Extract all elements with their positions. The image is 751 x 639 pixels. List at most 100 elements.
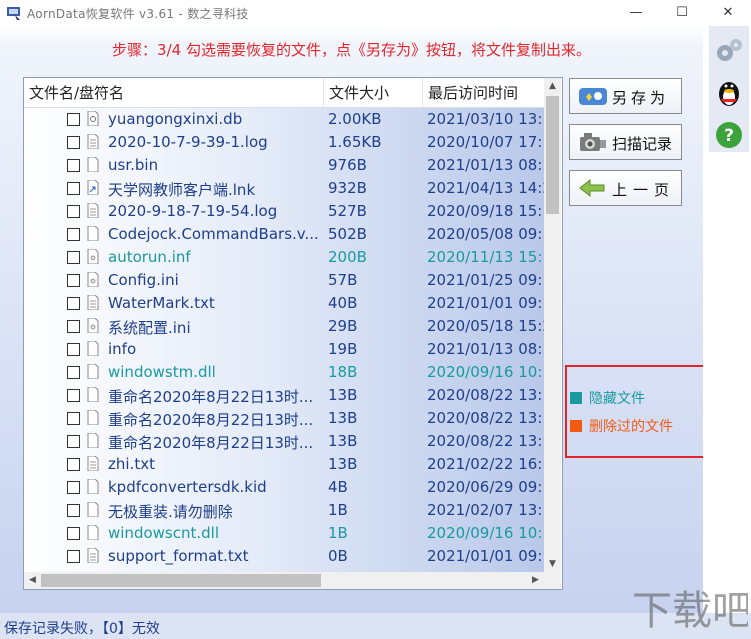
file-row[interactable]: 无极重装.请勿删除 1B 2021/02/07 13: [24, 499, 544, 522]
file-date: 2021/01/01 09: [427, 294, 543, 312]
file-name: 重命名2020年8月22日13时... [108, 434, 314, 452]
file-row[interactable]: yuangongxinxi.db 2.00KB 2021/03/10 13: [24, 108, 544, 131]
scroll-left-icon[interactable]: ◀ [24, 572, 41, 589]
scroll-up-icon[interactable]: ▲ [544, 78, 561, 94]
file-name: Codejock.CommandBars.v... [108, 225, 319, 243]
horizontal-scrollbar[interactable]: ◀ ▶ [24, 572, 544, 589]
file-row[interactable]: support_format.txt 0B 2021/01/01 09: [24, 545, 544, 568]
save-as-label: 另存为 [612, 89, 670, 107]
horizontal-scroll-thumb[interactable] [41, 574, 321, 587]
file-date: 2021/04/13 14:2 [427, 179, 544, 197]
file-checkbox[interactable] [67, 366, 80, 379]
file-date: 2020/09/16 10: [427, 363, 543, 381]
file-row[interactable]: usr.bin 976B 2021/01/13 08: [24, 154, 544, 177]
list-header: 文件名/盘符名 文件大小 ⌄ 最后访问时间 [24, 78, 544, 108]
file-checkbox[interactable] [67, 412, 80, 425]
file-row[interactable]: 2020-10-7-9-39-1.log 1.65KB 2020/10/07 17: [24, 131, 544, 154]
help-icon[interactable]: ? [713, 119, 745, 151]
file-size: 0B [328, 547, 348, 565]
file-size: 976B [328, 156, 367, 174]
file-checkbox[interactable] [67, 504, 80, 517]
file-checkbox[interactable] [67, 182, 80, 195]
right-sidebar: ? [703, 26, 751, 613]
file-rows: yuangongxinxi.db 2.00KB 2021/03/10 13: 2020… [24, 108, 544, 572]
file-date: 2020/05/18 15:2 [427, 317, 544, 335]
file-checkbox[interactable] [67, 481, 80, 494]
vertical-scroll-thumb[interactable] [546, 96, 559, 214]
file-row[interactable]: 重命名2020年8月22日13时... 13B 2020/08/22 13: [24, 407, 544, 430]
column-header-date[interactable]: 最后访问时间 [423, 78, 544, 107]
text-file-icon [87, 295, 99, 310]
file-checkbox[interactable] [67, 228, 80, 241]
file-size: 18B [328, 363, 358, 381]
file-checkbox[interactable] [67, 320, 80, 333]
file-date: 2020/08/22 13: [427, 386, 543, 404]
scroll-down-icon[interactable]: ▼ [544, 556, 561, 572]
sort-descending-icon: ⌄ [368, 78, 376, 81]
file-checkbox[interactable] [67, 274, 80, 287]
file-size: 13B [328, 409, 358, 427]
hidden-file-label: 隐藏文件 [589, 391, 645, 407]
file-name: 2020-9-18-7-19-54.log [108, 202, 278, 220]
file-size: 932B [328, 179, 367, 197]
file-size: 527B [328, 202, 367, 220]
maximize-button[interactable]: ☐ [659, 0, 705, 26]
file-checkbox[interactable] [67, 159, 80, 172]
file-row[interactable]: info 19B 2021/01/13 08: [24, 338, 544, 361]
file-row[interactable]: 重命名2020年8月22日13时... 13B 2020/08/22 13: [24, 384, 544, 407]
file-name: windowstm.dll [108, 363, 216, 381]
file-date: 2020/08/22 13: [427, 432, 543, 450]
file-size: 57B [328, 271, 358, 289]
file-row[interactable]: 2020-9-18-7-19-54.log 527B 2020/09/18 15: [24, 200, 544, 223]
file-name: 天学网教师客户端.lnk [108, 181, 256, 199]
blank-file-icon [87, 433, 99, 448]
file-date: 2021/01/13 08: [427, 156, 543, 174]
previous-page-button[interactable]: 上一页 [569, 170, 682, 206]
file-row[interactable]: 重命名2020年8月22日13时... 13B 2020/08/22 13: [24, 430, 544, 453]
file-date: 2020/09/18 15: [427, 202, 543, 220]
file-checkbox[interactable] [67, 297, 80, 310]
file-size: 40B [328, 294, 358, 312]
minimize-button[interactable]: — [613, 0, 659, 26]
qq-penguin-icon[interactable] [713, 77, 745, 109]
file-checkbox[interactable] [67, 343, 80, 356]
file-checkbox[interactable] [67, 205, 80, 218]
file-row[interactable]: kpdfconvertersdk.kid 4B 2020/06/29 09: [24, 476, 544, 499]
file-row[interactable]: zhi.txt 13B 2021/02/22 16: [24, 453, 544, 476]
scroll-right-icon[interactable]: ▶ [527, 572, 544, 589]
blank-file-icon [87, 157, 99, 172]
scan-record-button[interactable]: 扫描记录 [569, 124, 682, 160]
file-checkbox[interactable] [67, 136, 80, 149]
file-row[interactable]: WaterMark.txt 40B 2021/01/01 09: [24, 292, 544, 315]
svg-text:?: ? [724, 126, 734, 146]
file-checkbox[interactable] [67, 113, 80, 126]
file-row[interactable]: windowstm.dll 18B 2020/09/16 10: [24, 361, 544, 384]
file-date: 2021/02/22 16: [427, 455, 543, 473]
column-header-name[interactable]: 文件名/盘符名 [24, 78, 324, 107]
gear-icon[interactable] [713, 35, 745, 67]
file-checkbox[interactable] [67, 527, 80, 540]
scan-record-label: 扫描记录 [612, 135, 673, 153]
file-checkbox[interactable] [67, 251, 80, 264]
file-checkbox[interactable] [67, 435, 80, 448]
column-header-size[interactable]: 文件大小 [324, 78, 423, 107]
save-as-button[interactable]: 另存为 [569, 78, 682, 114]
file-row[interactable]: Config.ini 57B 2021/01/25 09: [24, 269, 544, 292]
file-row[interactable]: 系统配置.ini 29B 2020/05/18 15:2 [24, 315, 544, 338]
file-checkbox[interactable] [67, 458, 80, 471]
file-checkbox[interactable] [67, 389, 80, 402]
file-row[interactable]: Codejock.CommandBars.v... 502B 2020/05/08 … [24, 223, 544, 246]
vertical-scrollbar[interactable]: ▲ ▼ [544, 78, 561, 572]
file-checkbox[interactable] [67, 550, 80, 563]
file-row[interactable]: windowscnt.dll 1B 2020/09/16 10: [24, 522, 544, 545]
file-size: 1B [328, 501, 348, 519]
text-file-icon [87, 548, 99, 563]
file-date: 2020/09/16 10: [427, 524, 543, 542]
file-size: 1B [328, 524, 348, 542]
close-button[interactable]: ✕ [705, 0, 751, 26]
file-row[interactable]: 天学网教师客户端.lnk 932B 2021/04/13 14:2 [24, 177, 544, 200]
text-file-icon [87, 456, 99, 471]
settings-file-icon [87, 249, 99, 264]
previous-page-label: 上一页 [612, 181, 676, 199]
file-row[interactable]: autorun.inf 200B 2020/11/13 15: [24, 246, 544, 269]
